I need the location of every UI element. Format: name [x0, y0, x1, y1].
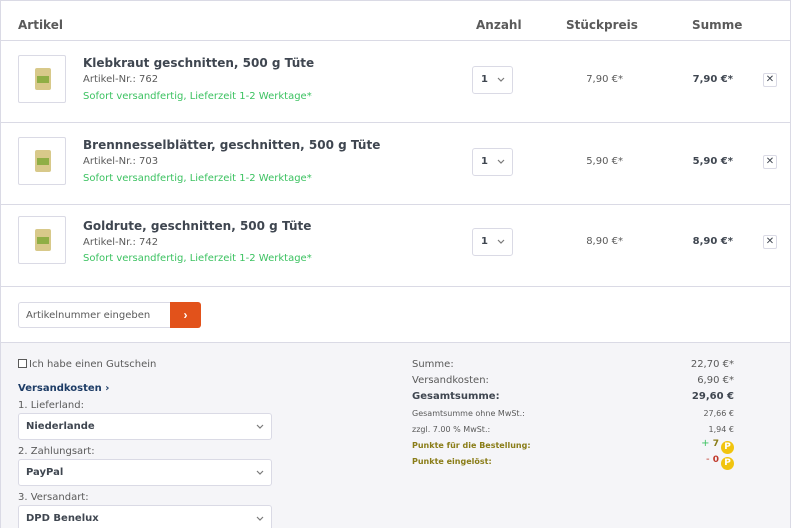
quantity-select[interactable]: 1 — [472, 228, 513, 256]
quantity-select[interactable]: 1 — [472, 148, 513, 176]
quantity-value: 1 — [481, 74, 488, 85]
product-sku: Artikel-Nr.: 703 — [83, 156, 159, 167]
availability-text: Sofort versandfertig, Lieferzeit 1-2 Wer… — [83, 91, 312, 102]
product-name[interactable]: Brennnesselblätter, geschnitten, 500 g T… — [83, 138, 380, 152]
product-bag-icon — [35, 150, 51, 172]
unit-price: 8,90 €* — [586, 236, 623, 247]
points-minus-sign: - — [705, 454, 710, 465]
cart-item: Klebkraut geschnitten, 500 g Tüte Artike… — [1, 41, 790, 123]
points-order-count: 7 — [712, 439, 719, 449]
points-plus-sign: + — [701, 438, 710, 449]
points-order-label: Punkte für die Bestellung: — [412, 441, 531, 450]
chevron-down-icon — [256, 424, 264, 429]
subtotal-label: Summe: — [412, 359, 454, 370]
grand-total-label: Gesamtsumme: — [412, 391, 500, 402]
cart-footer: Ich habe einen Gutschein Versandkosten ›… — [1, 342, 790, 528]
shipping-costs-link[interactable]: Versandkosten › — [18, 383, 109, 394]
points-used-label: Punkte eingelöst: — [412, 457, 492, 466]
chevron-down-icon — [497, 239, 505, 244]
points-coin-icon: P — [721, 441, 734, 454]
country-label: 1. Lieferland: — [18, 400, 84, 411]
column-header-article: Artikel — [18, 18, 63, 32]
column-header-unit-price: Stückpreis — [566, 18, 638, 32]
remove-item-button[interactable]: ✕ — [763, 155, 777, 169]
unit-price: 7,90 €* — [586, 74, 623, 85]
cart-page: Artikel Anzahl Stückpreis Summe Klebkrau… — [0, 0, 791, 528]
points-used-count: 0 — [712, 455, 719, 465]
availability-text: Sofort versandfertig, Lieferzeit 1-2 Wer… — [83, 173, 312, 184]
points-used-value: - 0P — [634, 454, 734, 470]
points-order-value: + 7P — [634, 438, 734, 454]
product-name[interactable]: Klebkraut geschnitten, 500 g Tüte — [83, 56, 314, 70]
close-icon: ✕ — [765, 74, 775, 85]
chevron-down-icon — [256, 470, 264, 475]
article-number-input[interactable] — [18, 302, 170, 328]
chevron-down-icon — [497, 77, 505, 82]
voucher-label: Ich habe einen Gutschein — [29, 359, 157, 370]
line-total: 8,90 €* — [692, 236, 733, 247]
payment-select[interactable]: PayPal — [18, 459, 272, 486]
line-total: 5,90 €* — [692, 156, 733, 167]
remove-item-button[interactable]: ✕ — [763, 73, 777, 87]
product-bag-icon — [35, 229, 51, 251]
product-image[interactable] — [18, 137, 66, 185]
country-value: Niederlande — [26, 421, 95, 432]
add-article-form: › — [1, 292, 790, 342]
cart-table-header: Artikel Anzahl Stückpreis Summe — [1, 1, 790, 41]
chevron-down-icon — [497, 159, 505, 164]
shipping-method-value: DPD Benelux — [26, 513, 99, 524]
quantity-value: 1 — [481, 236, 488, 247]
product-image[interactable] — [18, 216, 66, 264]
column-header-quantity: Anzahl — [476, 18, 522, 32]
add-article-button[interactable]: › — [170, 302, 201, 328]
payment-value: PayPal — [26, 467, 64, 478]
availability-text: Sofort versandfertig, Lieferzeit 1-2 Wer… — [83, 253, 312, 264]
shipping-cost-label: Versandkosten: — [412, 375, 489, 386]
product-name[interactable]: Goldrute, geschnitten, 500 g Tüte — [83, 219, 311, 233]
cart-item: Goldrute, geschnitten, 500 g Tüte Artike… — [1, 205, 790, 287]
product-sku: Artikel-Nr.: 762 — [83, 74, 159, 85]
country-select[interactable]: Niederlande — [18, 413, 272, 440]
chevron-right-icon: › — [183, 308, 188, 322]
quantity-select[interactable]: 1 — [472, 66, 513, 94]
net-total-label: Gesamtsumme ohne MwSt.: — [412, 409, 525, 418]
payment-label: 2. Zahlungsart: — [18, 446, 95, 457]
shipping-method-label: 3. Versandart: — [18, 492, 89, 503]
unit-price: 5,90 €* — [586, 156, 623, 167]
vat-value: 1,94 € — [708, 425, 734, 434]
line-total: 7,90 €* — [692, 74, 733, 85]
shipping-method-select[interactable]: DPD Benelux — [18, 505, 272, 528]
quantity-value: 1 — [481, 156, 488, 167]
column-header-total: Summe — [692, 18, 743, 32]
voucher-toggle[interactable]: Ich habe einen Gutschein — [18, 359, 156, 370]
product-bag-icon — [35, 68, 51, 90]
voucher-checkbox[interactable] — [18, 359, 27, 368]
net-total-value: 27,66 € — [703, 409, 734, 418]
grand-total-value: 29,60 € — [691, 391, 734, 402]
subtotal-value: 22,70 €* — [690, 359, 734, 370]
chevron-down-icon — [256, 516, 264, 521]
close-icon: ✕ — [765, 236, 775, 247]
cart-item: Brennnesselblätter, geschnitten, 500 g T… — [1, 123, 790, 205]
product-sku: Artikel-Nr.: 742 — [83, 237, 159, 248]
vat-label: zzgl. 7.00 % MwSt.: — [412, 425, 491, 434]
product-image[interactable] — [18, 55, 66, 103]
close-icon: ✕ — [765, 156, 775, 167]
remove-item-button[interactable]: ✕ — [763, 235, 777, 249]
shipping-cost-value: 6,90 €* — [697, 375, 734, 386]
points-coin-icon: P — [721, 457, 734, 470]
